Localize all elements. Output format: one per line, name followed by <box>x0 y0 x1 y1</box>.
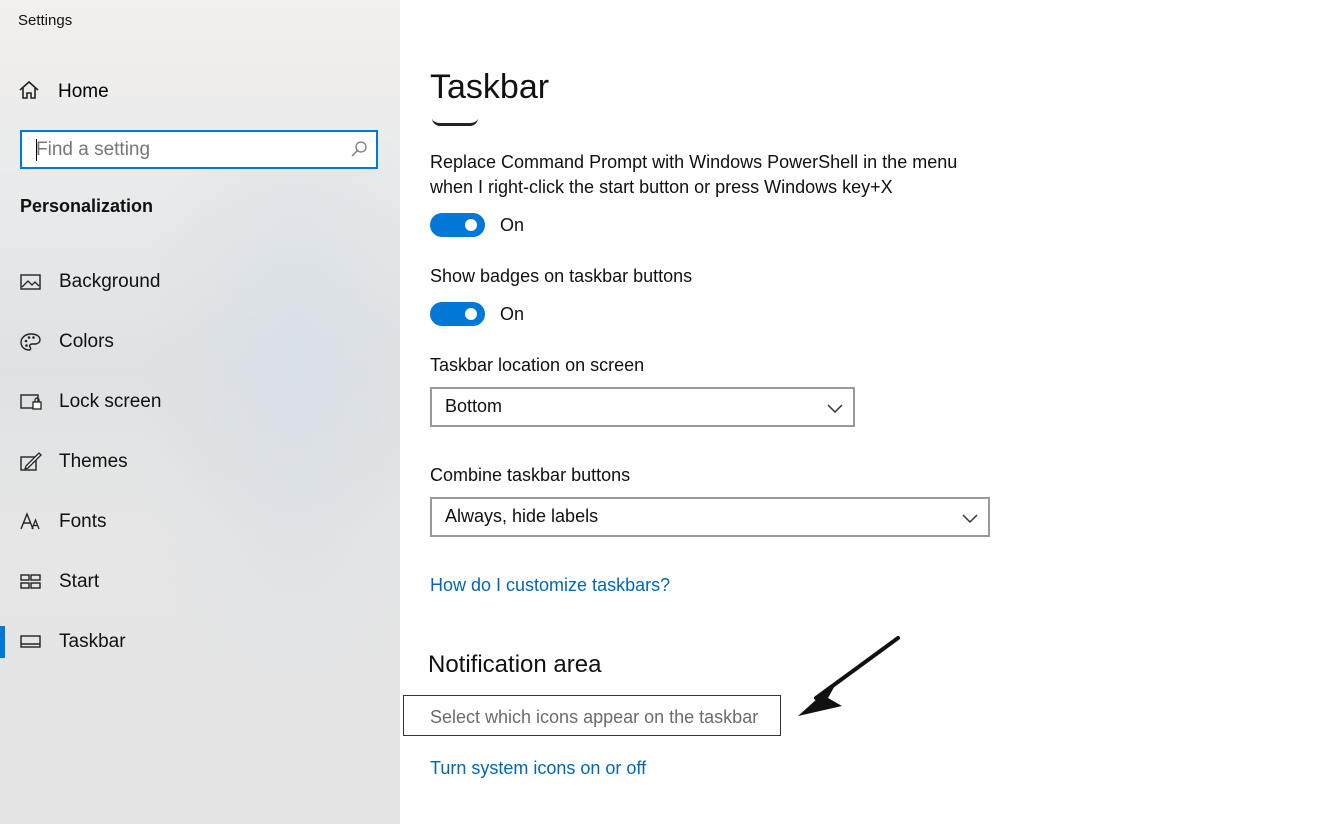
combine-label: Combine taskbar buttons <box>430 465 631 485</box>
sidebar-item-colors[interactable]: Colors <box>0 322 400 362</box>
location-dropdown-value: Bottom <box>445 396 503 416</box>
sidebar-item-label: Start <box>59 571 100 592</box>
text-caret <box>36 139 37 161</box>
search-icon[interactable] <box>350 140 368 163</box>
combine-dropdown[interactable]: Always, hide labels <box>430 497 990 537</box>
powershell-label-line1: Replace Command Prompt with Windows Powe… <box>430 152 958 172</box>
powershell-label-line2: when I right-click the start button or p… <box>430 177 893 197</box>
window-title: Settings <box>18 12 73 29</box>
search-box[interactable] <box>20 130 378 169</box>
home-icon <box>18 79 40 106</box>
main-content: Taskbar Replace Command Prompt with Wind… <box>400 0 1320 824</box>
nav-home[interactable]: Home <box>18 76 378 108</box>
sidebar: Settings Home Personalization Backg <box>0 0 400 824</box>
palette-icon <box>20 332 42 352</box>
sidebar-item-lock-screen[interactable]: Lock screen <box>0 382 400 422</box>
sidebar-item-label: Themes <box>59 451 128 472</box>
select-icons-link[interactable]: Select which icons appear on the taskbar <box>430 707 758 728</box>
page-title: Taskbar <box>430 68 550 106</box>
sidebar-item-label: Colors <box>59 331 114 352</box>
fonts-icon <box>20 512 42 532</box>
powershell-toggle[interactable] <box>430 213 485 237</box>
sidebar-item-themes[interactable]: Themes <box>0 442 400 482</box>
sidebar-item-start[interactable]: Start <box>0 562 400 602</box>
notification-area-heading: Notification area <box>428 651 602 678</box>
section-title: Personalization <box>20 196 154 216</box>
powershell-toggle-state: On <box>500 215 525 235</box>
customize-taskbars-link[interactable]: How do I customize taskbars? <box>430 575 670 596</box>
selected-indicator <box>0 626 5 658</box>
annotation-arrow-icon <box>794 636 904 727</box>
combine-dropdown-value: Always, hide labels <box>445 506 599 526</box>
nav-home-label: Home <box>58 81 109 102</box>
system-icons-link[interactable]: Turn system icons on or off <box>430 758 646 779</box>
badges-toggle[interactable] <box>430 302 485 326</box>
toggle-knob <box>465 308 477 320</box>
sidebar-item-fonts[interactable]: Fonts <box>0 502 400 542</box>
themes-icon <box>20 452 42 472</box>
annotation-highlight-box: Select which icons appear on the taskbar <box>403 695 781 736</box>
sidebar-item-label: Fonts <box>59 511 107 532</box>
sidebar-item-label: Background <box>59 271 161 292</box>
location-dropdown[interactable]: Bottom <box>430 387 855 427</box>
sidebar-item-label: Lock screen <box>59 391 162 412</box>
badges-label: Show badges on taskbar buttons <box>430 266 693 286</box>
previous-toggle-edge <box>432 118 478 126</box>
sidebar-item-taskbar[interactable]: Taskbar <box>0 622 400 662</box>
picture-icon <box>20 272 42 292</box>
chevron-down-icon <box>962 511 978 529</box>
chevron-down-icon <box>827 401 843 419</box>
sidebar-item-label: Taskbar <box>59 631 126 652</box>
toggle-knob <box>465 219 477 231</box>
location-label: Taskbar location on screen <box>430 355 645 375</box>
badges-toggle-state: On <box>500 304 525 324</box>
sidebar-item-background[interactable]: Background <box>0 262 400 302</box>
start-icon <box>20 572 42 592</box>
lock-screen-icon <box>20 392 42 412</box>
taskbar-icon <box>20 632 42 652</box>
search-input[interactable] <box>22 132 336 167</box>
